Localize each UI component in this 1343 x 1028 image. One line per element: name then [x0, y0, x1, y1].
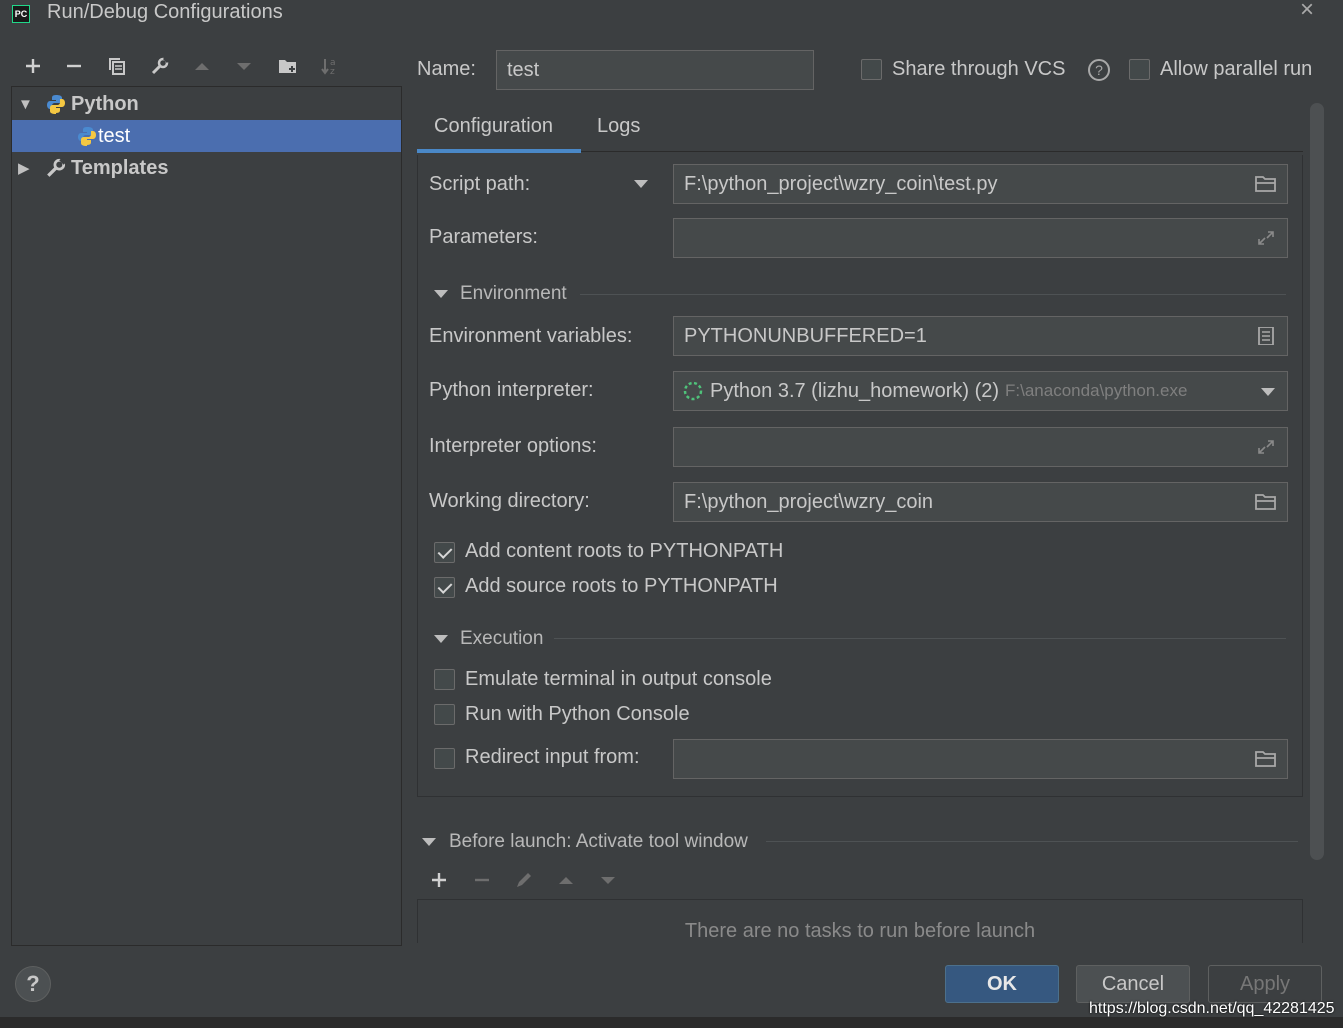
source-roots-label: Add source roots to PYTHONPATH	[465, 575, 778, 597]
tree-label-test: test	[98, 124, 131, 147]
folder-icon[interactable]	[1255, 493, 1277, 511]
collapse-triangle-icon[interactable]	[434, 290, 448, 298]
apply-button[interactable]: Apply	[1208, 965, 1322, 1003]
script-path-value: F:\python_project\wzry_coin\test.py	[684, 172, 998, 195]
emulate-terminal-checkbox[interactable]	[434, 669, 455, 690]
share-vcs-label: Share through VCS	[892, 58, 1066, 80]
collapse-triangle-icon[interactable]	[422, 838, 436, 846]
section-divider	[580, 294, 1286, 295]
edit-pencil-icon[interactable]	[510, 866, 538, 894]
parallel-run-checkbox[interactable]	[1129, 59, 1150, 80]
chevron-down-icon[interactable]	[1261, 388, 1275, 396]
tree-item-python[interactable]: ▼ Python	[12, 88, 401, 120]
add-icon[interactable]	[425, 866, 453, 894]
redirect-input-field[interactable]	[673, 739, 1288, 779]
collapse-triangle-icon[interactable]	[434, 635, 448, 643]
section-divider	[554, 638, 1286, 639]
empty-tasks-text: There are no tasks to run before launch	[684, 920, 1036, 942]
new-folder-icon[interactable]	[274, 52, 302, 80]
remove-icon[interactable]	[60, 52, 88, 80]
move-up-icon[interactable]	[188, 52, 216, 80]
interp-options-label: Interpreter options:	[429, 435, 597, 457]
working-dir-label: Working directory:	[429, 490, 590, 512]
content-roots-checkbox[interactable]	[434, 542, 455, 563]
active-tab-indicator	[417, 149, 581, 153]
script-type-dropdown-icon[interactable]	[634, 180, 648, 188]
copy-icon[interactable]	[103, 52, 131, 80]
interpreter-path: F:\anaconda\python.exe	[1005, 381, 1188, 400]
wrench-icon[interactable]	[146, 52, 174, 80]
tab-logs[interactable]: Logs	[597, 115, 640, 138]
window-title: Run/Debug Configurations	[47, 1, 283, 23]
python-console-checkbox[interactable]	[434, 704, 455, 725]
name-input[interactable]: test	[496, 50, 814, 90]
close-icon[interactable]: ×	[1300, 0, 1314, 24]
move-up-icon[interactable]	[552, 866, 580, 894]
parameters-input[interactable]	[673, 218, 1288, 258]
tree-item-test[interactable]: test	[12, 120, 401, 152]
env-vars-value: PYTHONUNBUFFERED=1	[684, 324, 927, 347]
python-logo-icon	[45, 93, 67, 115]
share-vcs-checkbox[interactable]	[861, 59, 882, 80]
watermark-text: https://blog.csdn.net/qq_42281425	[1089, 1000, 1335, 1017]
working-dir-value: F:\python_project\wzry_coin	[684, 490, 934, 513]
content-roots-label: Add content roots to PYTHONPATH	[465, 540, 784, 562]
python-run-config-icon	[76, 125, 98, 147]
remove-icon[interactable]	[468, 866, 496, 894]
list-editor-icon[interactable]	[1255, 327, 1277, 345]
tree-item-templates[interactable]: ▶ Templates	[12, 152, 401, 184]
before-launch-section[interactable]: Before launch: Activate tool window	[422, 831, 748, 853]
name-label: Name:	[417, 58, 476, 80]
tab-configuration[interactable]: Configuration	[434, 115, 553, 138]
source-roots-checkbox[interactable]	[434, 577, 455, 598]
parameters-label: Parameters:	[429, 226, 538, 248]
title-bar: PC Run/Debug Configurations ×	[0, 0, 1343, 32]
before-launch-header: Before launch: Activate tool window	[449, 831, 748, 852]
tree-label-templates: Templates	[71, 156, 169, 179]
before-launch-task-list[interactable]: There are no tasks to run before launch	[417, 899, 1303, 943]
script-path-label: Script path:	[429, 173, 531, 195]
sort-icon[interactable]: az	[316, 52, 344, 80]
cancel-button[interactable]: Cancel	[1076, 965, 1190, 1003]
env-vars-input[interactable]: PYTHONUNBUFFERED=1	[673, 316, 1288, 356]
redirect-input-checkbox[interactable]	[434, 748, 455, 769]
interpreter-value: Python 3.7 (lizhu_homework) (2)	[710, 379, 1000, 402]
collapse-arrow-icon[interactable]: ▶	[18, 159, 30, 177]
section-divider	[766, 841, 1298, 842]
svg-text:z: z	[330, 67, 335, 76]
script-path-input[interactable]: F:\python_project\wzry_coin\test.py	[673, 164, 1288, 204]
move-down-icon[interactable]	[594, 866, 622, 894]
taskbar-strip	[0, 1017, 1343, 1028]
execution-section[interactable]: Execution	[434, 628, 543, 650]
wrench-icon	[45, 157, 67, 179]
loading-spinner-icon	[683, 381, 703, 401]
help-icon[interactable]: ?	[1088, 59, 1110, 81]
parallel-run-label: Allow parallel run	[1160, 58, 1313, 80]
expand-icon[interactable]	[1255, 438, 1277, 456]
expand-icon[interactable]	[1255, 229, 1277, 247]
python-console-label: Run with Python Console	[465, 703, 690, 725]
help-button[interactable]: ?	[15, 966, 51, 1002]
env-vars-label: Environment variables:	[429, 325, 633, 347]
interpreter-select[interactable]: Python 3.7 (lizhu_homework) (2) F:\anaco…	[673, 371, 1288, 411]
environment-section[interactable]: Environment	[434, 283, 567, 305]
add-icon[interactable]	[19, 52, 47, 80]
move-down-icon[interactable]	[230, 52, 258, 80]
environment-header: Environment	[460, 283, 567, 304]
emulate-terminal-label: Emulate terminal in output console	[465, 668, 772, 690]
working-dir-input[interactable]: F:\python_project\wzry_coin	[673, 482, 1288, 522]
pycharm-logo-icon: PC	[12, 5, 30, 23]
interp-options-input[interactable]	[673, 427, 1288, 467]
configuration-tree[interactable]: ▼ Python test ▶ Templates	[11, 86, 402, 946]
folder-icon[interactable]	[1255, 750, 1277, 768]
redirect-input-label: Redirect input from:	[465, 746, 640, 768]
ok-button[interactable]: OK	[945, 965, 1059, 1003]
vertical-scrollbar[interactable]	[1310, 103, 1324, 860]
expand-arrow-icon[interactable]: ▼	[18, 96, 33, 113]
folder-icon[interactable]	[1255, 175, 1277, 193]
interpreter-label: Python interpreter:	[429, 379, 594, 401]
execution-header: Execution	[460, 628, 544, 649]
tree-label-python: Python	[71, 92, 139, 115]
